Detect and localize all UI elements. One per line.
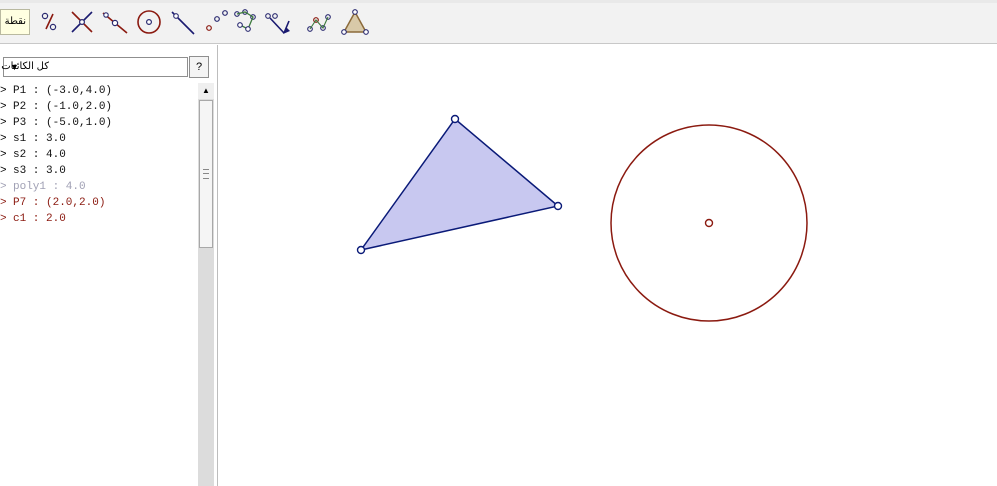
object-definition-text: s1 : 3.0 (13, 133, 66, 145)
triangle-vertex[interactable] (356, 245, 366, 255)
expand-arrow-icon: > (0, 149, 7, 161)
object-filter-label: كل الكائنات (1, 61, 49, 72)
intersect-tool-button[interactable] (67, 7, 97, 37)
segment-length-tool-icon (41, 12, 57, 31)
polyline-tool-icon (307, 14, 331, 32)
line-tool-button[interactable] (168, 7, 198, 37)
scroll-thumb[interactable] (199, 100, 213, 248)
object-list-item[interactable]: > s1 : 3.0 (0, 131, 197, 147)
circle-tool-icon (137, 10, 161, 34)
object-list: > P1 : (-3.0,4.0) > P2 : (-1.0,2.0) > P3 : (-… (0, 83, 197, 486)
triangle-vertex[interactable] (450, 114, 460, 124)
tool-tooltip: نقطة (0, 9, 30, 35)
object-list-item[interactable]: > P3 : (-5.0,1.0) (0, 115, 197, 131)
object-list-item[interactable]: > P1 : (-3.0,4.0) (0, 83, 197, 99)
intersect-tool-icon (71, 11, 93, 33)
locus-tool-button[interactable] (230, 7, 260, 37)
object-list-item[interactable]: > P2 : (-1.0,2.0) (0, 99, 197, 115)
toolbar: نقطة (0, 0, 997, 44)
segment-length-tool-button[interactable] (35, 7, 65, 37)
line-point-tool-button[interactable] (100, 7, 130, 37)
help-button[interactable]: ? (189, 56, 209, 78)
line-tool-icon (171, 11, 195, 35)
triangle-polygon[interactable] (359, 117, 560, 252)
geometry-canvas[interactable] (219, 45, 997, 486)
object-definition-text: poly1 : 4.0 (13, 181, 86, 193)
locus-tool-icon (234, 9, 256, 32)
expand-arrow-icon: > (0, 101, 7, 113)
polygon-points-tool-button[interactable] (200, 7, 230, 37)
circle-tool-button[interactable] (134, 7, 164, 37)
object-list-item[interactable]: > c1 : 2.0 (0, 211, 197, 227)
grip-icon (203, 169, 209, 179)
object-definition-text: P2 : (-1.0,2.0) (13, 101, 113, 113)
triangle-tool-button[interactable] (340, 7, 370, 37)
object-list-scrollbar[interactable]: ▲ (198, 83, 214, 486)
expand-arrow-icon: > (0, 85, 7, 97)
polygon-points-tool-icon (206, 10, 228, 31)
object-definition-text: P1 : (-3.0,4.0) (13, 85, 113, 97)
algebra-view: ▼ كل الكائنات ? > P1 : (-3.0,4.0) > P2 : (-… (0, 45, 218, 486)
menu-strip (0, 0, 997, 3)
vector-tool-icon (265, 13, 290, 34)
object-filter-select[interactable]: ▼ كل الكائنات (1, 57, 188, 77)
object-list-item[interactable]: > s2 : 4.0 (0, 147, 197, 163)
object-list-item[interactable]: > poly1 : 4.0 (0, 179, 197, 195)
triangle-tool-icon (341, 9, 369, 35)
triangle-vertex[interactable] (553, 201, 563, 211)
expand-arrow-icon: > (0, 117, 7, 129)
vector-tool-button[interactable] (262, 7, 292, 37)
object-definition-text: P7 : (2.0,2.0) (13, 197, 106, 209)
circle-center-point[interactable] (704, 218, 714, 228)
expand-arrow-icon: > (0, 165, 7, 177)
polyline-tool-button[interactable] (304, 7, 334, 37)
object-list-item[interactable]: > P7 : (2.0,2.0) (0, 195, 197, 211)
object-definition-text: P3 : (-5.0,1.0) (13, 117, 113, 129)
object-definition-text: c1 : 2.0 (13, 213, 66, 225)
object-definition-text: s3 : 3.0 (13, 165, 66, 177)
expand-arrow-icon: > (0, 133, 7, 145)
line-point-tool-icon (102, 12, 128, 34)
expand-arrow-icon: > (0, 181, 7, 193)
object-definition-text: s2 : 4.0 (13, 149, 66, 161)
expand-arrow-icon: > (0, 197, 7, 209)
expand-arrow-icon: > (0, 213, 7, 225)
object-list-item[interactable]: > s3 : 3.0 (0, 163, 197, 179)
graphics-view[interactable] (219, 45, 997, 486)
scroll-up-icon[interactable]: ▲ (198, 83, 214, 99)
